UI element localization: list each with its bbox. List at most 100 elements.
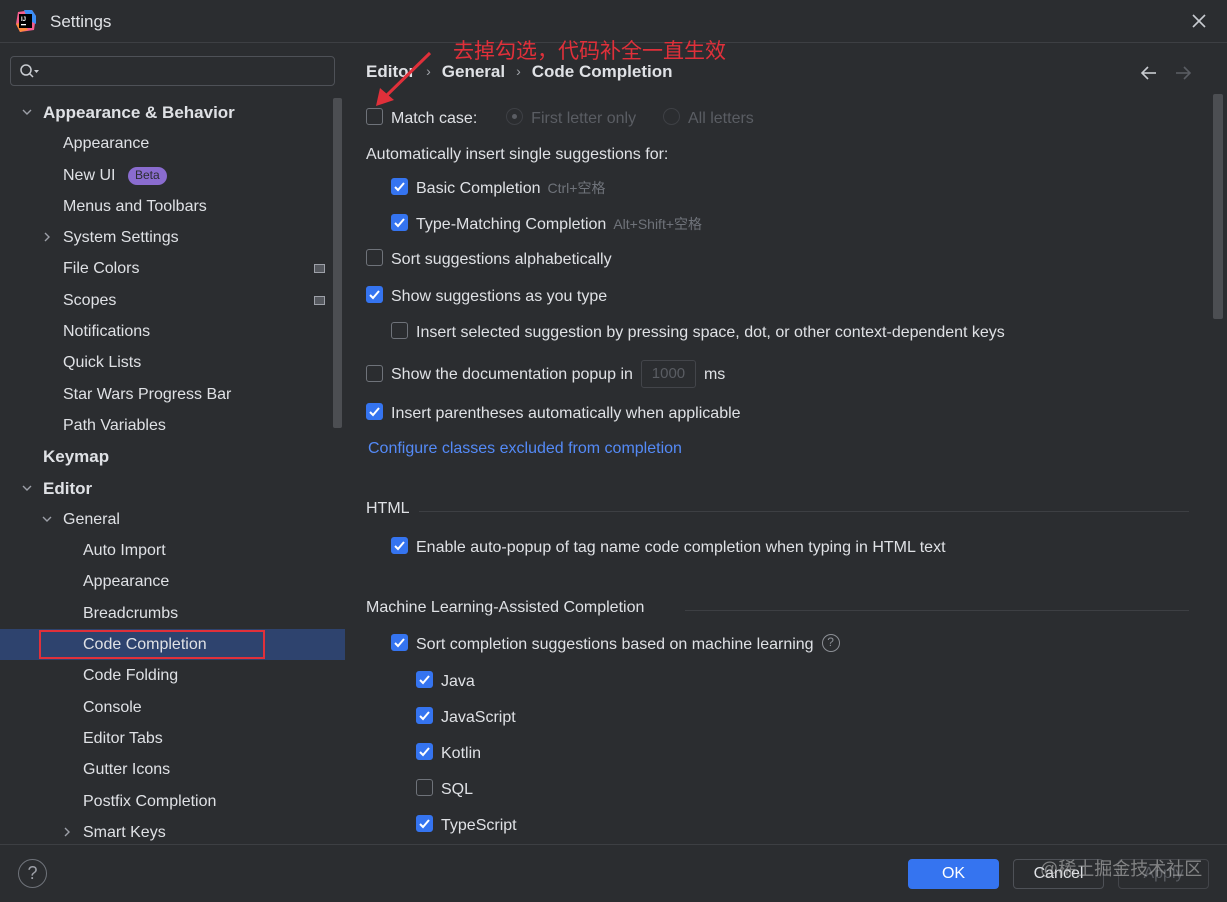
html-autopopup-label[interactable]: Enable auto-popup of tag name code compl… bbox=[416, 539, 946, 556]
type-matching-row: Type-Matching Completion Alt+Shift+空格 bbox=[391, 213, 702, 235]
sidebar-item-label: Code Completion bbox=[83, 636, 207, 654]
parentheses-checkbox[interactable] bbox=[366, 403, 383, 421]
configure-excluded-classes-link[interactable]: Configure classes excluded from completi… bbox=[368, 438, 682, 460]
sort-alpha-checkbox[interactable] bbox=[366, 249, 383, 267]
sidebar-item-appearance-behavior[interactable]: Appearance & Behavior bbox=[0, 97, 345, 128]
ml-sort-checkbox[interactable] bbox=[391, 634, 408, 652]
sidebar-item-postfix-completion[interactable]: Postfix Completion bbox=[0, 786, 345, 817]
basic-completion-label[interactable]: Basic Completion bbox=[416, 180, 541, 197]
basic-completion-row: Basic Completion Ctrl+空格 bbox=[391, 177, 605, 199]
first-letter-only-label[interactable]: First letter only bbox=[531, 110, 636, 127]
sidebar-item-appearance[interactable]: Appearance bbox=[0, 128, 345, 159]
section-divider bbox=[685, 610, 1189, 611]
close-icon[interactable] bbox=[1189, 11, 1209, 31]
sidebar-item-label: Star Wars Progress Bar bbox=[63, 385, 232, 403]
html-autopopup-checkbox[interactable] bbox=[391, 537, 408, 555]
forward-arrow-icon[interactable] bbox=[1174, 66, 1192, 80]
sidebar-item-appearance[interactable]: Appearance bbox=[0, 566, 345, 597]
ml-sql-label[interactable]: SQL bbox=[441, 781, 473, 798]
doc-popup-row: Show the documentation popup in 1000 ms bbox=[366, 360, 725, 388]
chevron-down-icon[interactable] bbox=[21, 473, 33, 504]
breadcrumb-editor[interactable]: Editor bbox=[366, 62, 415, 82]
ml-kotlin-checkbox[interactable] bbox=[416, 743, 433, 761]
ml-kotlin-label[interactable]: Kotlin bbox=[441, 745, 481, 762]
sidebar-item-label: Path Variables bbox=[63, 416, 166, 434]
sidebar-item-breadcrumbs[interactable]: Breadcrumbs bbox=[0, 598, 345, 629]
sidebar-item-gutter-icons[interactable]: Gutter Icons bbox=[0, 754, 345, 785]
beta-badge: Beta bbox=[128, 166, 167, 185]
doc-popup-checkbox[interactable] bbox=[366, 364, 383, 382]
search-field[interactable] bbox=[10, 56, 335, 86]
ml-language-row-java: Java bbox=[416, 671, 475, 693]
search-input[interactable] bbox=[45, 60, 325, 82]
search-icon[interactable] bbox=[19, 63, 41, 80]
breadcrumb-separator-icon: › bbox=[516, 63, 521, 79]
ml-javascript-label[interactable]: JavaScript bbox=[441, 709, 516, 726]
ml-javascript-checkbox[interactable] bbox=[416, 707, 433, 725]
ml-sql-checkbox[interactable] bbox=[416, 779, 433, 797]
sidebar-item-label: Gutter Icons bbox=[83, 761, 171, 779]
basic-completion-shortcut: Ctrl+空格 bbox=[547, 180, 606, 196]
sidebar-item-console[interactable]: Console bbox=[0, 692, 345, 723]
sort-alpha-row: Sort suggestions alphabetically bbox=[366, 249, 612, 271]
match-case-label[interactable]: Match case: bbox=[391, 110, 477, 127]
show-as-type-checkbox[interactable] bbox=[366, 286, 383, 304]
sidebar-item-editor-tabs[interactable]: Editor Tabs bbox=[0, 723, 345, 754]
first-letter-only-radio[interactable] bbox=[506, 108, 524, 126]
content-scrollbar[interactable] bbox=[1213, 94, 1223, 319]
sidebar-item-code-folding[interactable]: Code Folding bbox=[0, 660, 345, 691]
sidebar-item-auto-import[interactable]: Auto Import bbox=[0, 535, 345, 566]
sidebar-item-system-settings[interactable]: System Settings bbox=[0, 222, 345, 253]
help-button[interactable]: ? bbox=[18, 859, 47, 888]
chevron-down-icon[interactable] bbox=[21, 97, 33, 128]
type-matching-label[interactable]: Type-Matching Completion bbox=[416, 216, 606, 233]
help-icon[interactable]: ? bbox=[821, 633, 840, 652]
sidebar-item-code-completion[interactable]: Code Completion bbox=[0, 629, 345, 661]
settings-tree: Appearance & Behavior Appearance New UI Bet… bbox=[0, 97, 345, 848]
chevron-right-icon[interactable] bbox=[41, 222, 53, 253]
ok-button[interactable]: OK bbox=[908, 859, 999, 889]
doc-popup-delay-input[interactable]: 1000 bbox=[640, 360, 696, 388]
ml-typescript-label[interactable]: TypeScript bbox=[441, 817, 517, 834]
sidebar-item-notifications[interactable]: Notifications bbox=[0, 316, 345, 347]
sidebar-item-label: System Settings bbox=[63, 229, 179, 247]
sidebar-item-label: Console bbox=[83, 698, 142, 716]
sidebar-item-scopes[interactable]: Scopes bbox=[0, 285, 345, 316]
sidebar-item-keymap[interactable]: Keymap bbox=[0, 441, 345, 472]
sidebar-scrollbar[interactable] bbox=[333, 98, 342, 428]
doc-popup-label[interactable]: Show the documentation popup in bbox=[391, 366, 633, 383]
parentheses-label[interactable]: Insert parentheses automatically when ap… bbox=[391, 405, 741, 422]
insert-selected-label[interactable]: Insert selected suggestion by pressing s… bbox=[416, 324, 1005, 341]
type-matching-checkbox[interactable] bbox=[391, 214, 408, 232]
sidebar-item-star-wars-progress-bar[interactable]: Star Wars Progress Bar bbox=[0, 379, 345, 410]
sidebar-item-path-variables[interactable]: Path Variables bbox=[0, 410, 345, 441]
sidebar-item-editor[interactable]: Editor bbox=[0, 473, 345, 504]
breadcrumb-separator-icon: › bbox=[426, 63, 431, 79]
sidebar-item-label: Postfix Completion bbox=[83, 792, 217, 810]
sidebar-item-menus-and-toolbars[interactable]: Menus and Toolbars bbox=[0, 191, 345, 222]
basic-completion-checkbox[interactable] bbox=[391, 178, 408, 196]
ml-java-label[interactable]: Java bbox=[441, 673, 475, 690]
all-letters-label[interactable]: All letters bbox=[688, 110, 754, 127]
ml-java-checkbox[interactable] bbox=[416, 671, 433, 689]
apply-button[interactable]: Apply bbox=[1118, 859, 1209, 889]
breadcrumb-general[interactable]: General bbox=[442, 62, 505, 82]
cancel-button[interactable]: Cancel bbox=[1013, 859, 1104, 889]
sidebar-item-label: Scopes bbox=[63, 291, 117, 309]
sidebar-item-general[interactable]: General bbox=[0, 504, 345, 535]
intellij-logo-icon: IJ bbox=[16, 10, 36, 32]
chevron-down-icon[interactable] bbox=[41, 504, 53, 535]
sidebar-item-quick-lists[interactable]: Quick Lists bbox=[0, 347, 345, 378]
show-as-type-label[interactable]: Show suggestions as you type bbox=[391, 288, 607, 305]
back-arrow-icon[interactable] bbox=[1140, 66, 1158, 80]
ml-sort-label[interactable]: Sort completion suggestions based on mac… bbox=[416, 636, 814, 653]
ml-typescript-checkbox[interactable] bbox=[416, 815, 433, 833]
sidebar-item-new-ui[interactable]: New UI Beta bbox=[0, 160, 345, 191]
sidebar-item-label: Breadcrumbs bbox=[83, 604, 179, 622]
all-letters-radio[interactable] bbox=[663, 108, 680, 126]
match-case-checkbox[interactable] bbox=[366, 108, 383, 126]
sidebar-item-label: Keymap bbox=[43, 447, 110, 467]
sort-alpha-label[interactable]: Sort suggestions alphabetically bbox=[391, 251, 612, 268]
insert-selected-checkbox[interactable] bbox=[391, 322, 408, 340]
sidebar-item-file-colors[interactable]: File Colors bbox=[0, 253, 345, 284]
